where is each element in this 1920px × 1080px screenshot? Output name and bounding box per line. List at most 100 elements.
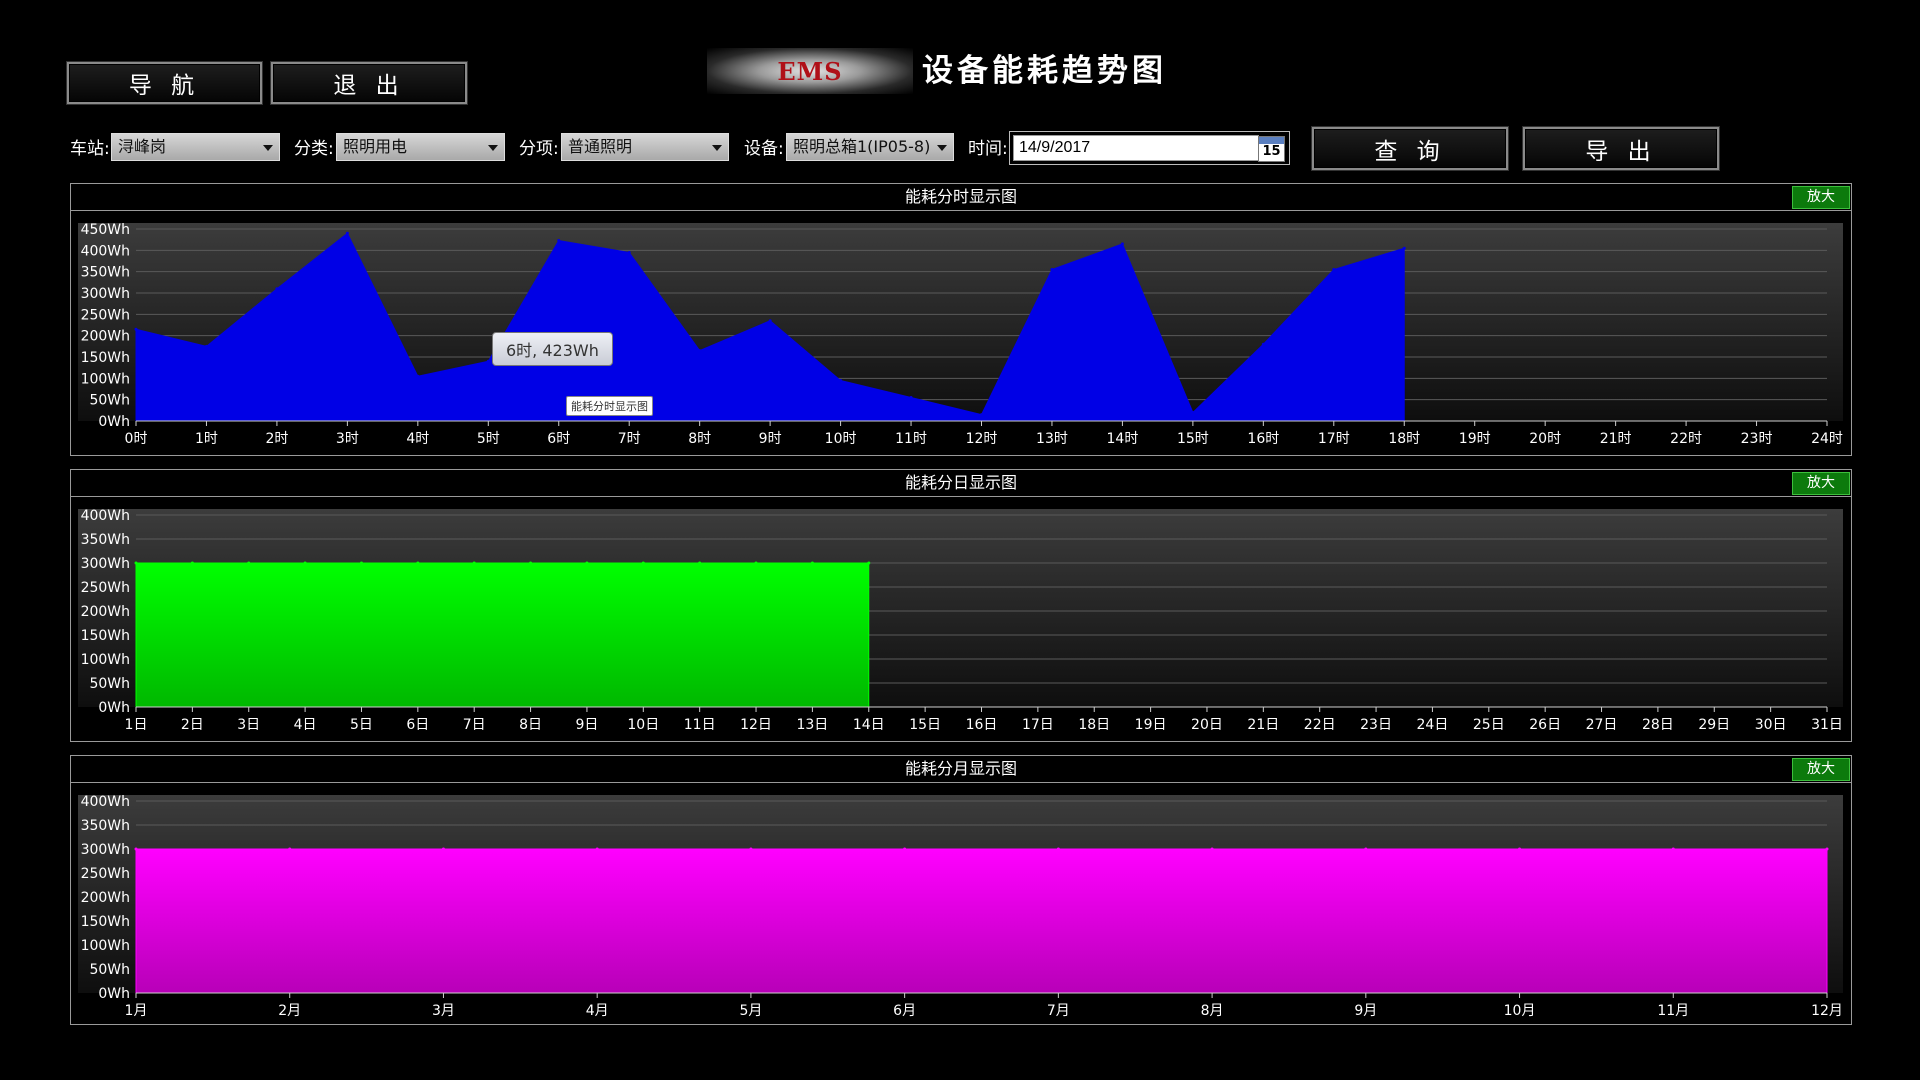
x-tick-label: 12时 xyxy=(966,431,998,447)
data-point xyxy=(1056,847,1060,851)
subitem-label: 分项: xyxy=(519,139,559,159)
y-tick-label: 450Wh xyxy=(81,222,130,238)
data-point xyxy=(134,847,138,851)
hourly-chart: 0Wh 50Wh 100Wh 150Wh 200Wh 250Wh 300Wh 350Wh 400… xyxy=(78,222,1843,447)
x-tick-label: 22日 xyxy=(1304,717,1336,733)
x-tick-label: 12月 xyxy=(1811,1003,1843,1019)
x-tick-label: 5月 xyxy=(739,1003,762,1019)
data-point xyxy=(1364,847,1368,851)
zoom-button[interactable]: 放大 xyxy=(1792,758,1850,781)
date-input[interactable] xyxy=(1013,135,1259,161)
y-tick-label: 100Wh xyxy=(81,371,130,387)
data-point xyxy=(754,561,758,565)
nav-button[interactable]: 导 航 xyxy=(67,62,262,104)
category-select[interactable]: 照明用电 xyxy=(336,133,505,161)
panel-title: 能耗分时显示图 xyxy=(904,187,1017,206)
x-tick-label: 7月 xyxy=(1047,1003,1070,1019)
zoom-button[interactable]: 放大 xyxy=(1792,472,1850,495)
ems-logo: EMS xyxy=(707,48,913,94)
data-point xyxy=(416,374,420,378)
x-tick-label: 26日 xyxy=(1529,717,1561,733)
data-point xyxy=(839,378,843,382)
data-point xyxy=(1825,847,1829,851)
x-tick-label: 12日 xyxy=(740,717,772,733)
x-tick-label: 23日 xyxy=(1360,717,1392,733)
device-select[interactable]: 照明总箱1(IP05-8) xyxy=(786,133,954,161)
data-point xyxy=(749,847,753,851)
x-tick-label: 30日 xyxy=(1755,717,1787,733)
data-point xyxy=(557,239,561,243)
x-tick-label: 21日 xyxy=(1247,717,1279,733)
y-tick-label: 0Wh xyxy=(98,700,130,716)
data-point xyxy=(585,561,589,565)
x-tick-label: 6月 xyxy=(893,1003,916,1019)
export-button[interactable]: 导 出 xyxy=(1523,127,1719,170)
data-point xyxy=(627,250,631,254)
data-point xyxy=(810,561,814,565)
exit-button[interactable]: 退 出 xyxy=(271,62,467,104)
x-tick-label: 9月 xyxy=(1354,1003,1377,1019)
data-point xyxy=(1671,847,1675,851)
x-tick-label: 4时 xyxy=(406,431,429,447)
monthly-chart: 0Wh 50Wh 100Wh 150Wh 200Wh 250Wh 300Wh 350Wh 400… xyxy=(78,794,1843,1019)
calendar-day: 15 xyxy=(1262,144,1281,159)
data-point xyxy=(1261,342,1265,346)
x-tick-label: 2月 xyxy=(278,1003,301,1019)
y-tick-label: 300Wh xyxy=(81,842,130,858)
x-tick-label: 28日 xyxy=(1642,717,1674,733)
x-tick-label: 9时 xyxy=(759,431,782,447)
x-tick-label: 3月 xyxy=(432,1003,455,1019)
x-tick-label: 14时 xyxy=(1107,431,1139,447)
daily-chart: 0Wh 50Wh 100Wh 150Wh 200Wh 250Wh 300Wh 350Wh 400… xyxy=(78,508,1843,733)
x-tick-label: 6日 xyxy=(406,717,429,733)
x-tick-label: 17时 xyxy=(1318,431,1350,447)
query-button[interactable]: 查 询 xyxy=(1312,127,1508,170)
data-point xyxy=(288,847,292,851)
panel-title: 能耗分日显示图 xyxy=(904,473,1017,492)
x-tick-label: 11日 xyxy=(684,717,716,733)
data-point xyxy=(768,319,772,323)
x-tick-label: 8月 xyxy=(1201,1003,1224,1019)
data-point xyxy=(529,561,533,565)
data-point xyxy=(867,561,871,565)
x-tick-label: 19时 xyxy=(1459,431,1491,447)
chevron-down-icon xyxy=(712,145,722,151)
x-tick-label: 20日 xyxy=(1191,717,1223,733)
y-tick-label: 150Wh xyxy=(81,350,130,366)
panel-title: 能耗分月显示图 xyxy=(904,759,1017,778)
x-tick-label: 5时 xyxy=(477,431,500,447)
x-tick-label: 13时 xyxy=(1036,431,1068,447)
y-tick-label: 0Wh xyxy=(98,986,130,1002)
chevron-down-icon xyxy=(488,145,498,151)
data-point xyxy=(359,561,363,565)
category-value: 照明用电 xyxy=(343,137,408,156)
zoom-button[interactable]: 放大 xyxy=(1792,186,1850,209)
data-point xyxy=(190,561,194,565)
y-tick-label: 300Wh xyxy=(81,286,130,302)
y-tick-label: 300Wh xyxy=(81,556,130,572)
x-tick-label: 15时 xyxy=(1177,431,1209,447)
panel-header: 能耗分日显示图 放大 xyxy=(71,470,1851,497)
x-tick-label: 11时 xyxy=(895,431,927,447)
x-tick-label: 27日 xyxy=(1586,717,1618,733)
x-tick-label: 10月 xyxy=(1504,1003,1536,1019)
subitem-select[interactable]: 普通照明 xyxy=(561,133,729,161)
data-point xyxy=(204,344,208,348)
data-point xyxy=(345,231,349,235)
data-point xyxy=(909,396,913,400)
x-tick-label: 4日 xyxy=(294,717,317,733)
x-tick-label: 1日 xyxy=(125,717,148,733)
calendar-icon[interactable]: 15 xyxy=(1258,136,1285,162)
x-tick-label: 20时 xyxy=(1529,431,1561,447)
x-tick-label: 18时 xyxy=(1388,431,1420,447)
y-tick-label: 250Wh xyxy=(81,580,130,596)
y-tick-label: 150Wh xyxy=(81,914,130,930)
y-tick-label: 350Wh xyxy=(81,818,130,834)
x-tick-label: 11月 xyxy=(1657,1003,1689,1019)
data-point xyxy=(441,847,445,851)
y-tick-label: 400Wh xyxy=(81,794,130,810)
data-point xyxy=(595,847,599,851)
station-select[interactable]: 浔峰岗 xyxy=(111,133,280,161)
panel-header: 能耗分时显示图 放大 xyxy=(71,184,1851,211)
x-tick-label: 5日 xyxy=(350,717,373,733)
